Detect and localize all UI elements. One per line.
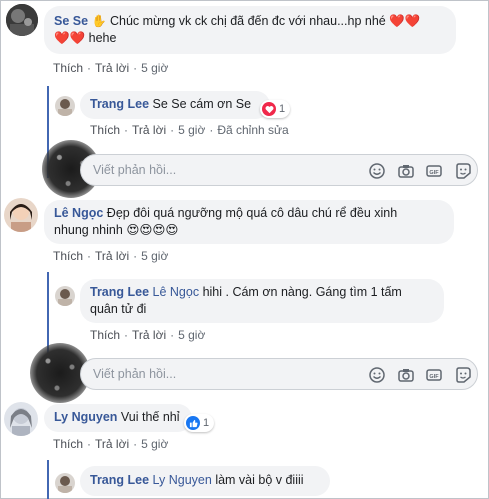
comment-text: Đẹp đôi quá ngưỡng mộ quá cô dâu chú rể … [106,206,398,220]
camera-icon[interactable] [397,366,415,384]
emoji-icon[interactable] [368,162,386,180]
comment-text: Vui thế nhỉ [120,410,180,424]
reply-link[interactable]: Trả lời [95,249,129,263]
svg-text:GIF: GIF [429,170,439,176]
reply-actions: Thích · Trả lời · 5 giờ · Đã chỉnh sửa [90,123,289,137]
avatar-image [4,402,38,436]
reply-actions: Thích · Trả lời · 5 giờ [90,328,206,342]
avatar-ly-nguyen[interactable] [4,402,38,436]
comment-bubble-le-ngoc: Lê Ngọc Đẹp đôi quá ngưỡng mộ quá cô dâu… [44,200,454,244]
comment-time[interactable]: 5 giờ [141,61,168,75]
camera-icon[interactable] [397,162,415,180]
reply-link[interactable]: Trả lời [132,123,166,137]
reaction-badge[interactable]: 1 [260,100,291,118]
like-link[interactable]: Thích [53,61,83,75]
reply-author[interactable]: Trang Lee [90,473,149,487]
comment-author[interactable]: Lê Ngọc [54,206,103,220]
avatar-trang-lee[interactable] [55,473,75,493]
reply-bubble-trang-lee: Trang Lee Se Se cám ơn Se [80,91,270,119]
reply-bubble-trang-lee: Trang Lee Lê Ngọc hihi . Cám ơn nàng. Gá… [80,279,444,323]
reaction-badge[interactable]: 1 [184,414,215,432]
avatar-trang-lee[interactable] [55,286,75,306]
reply-time[interactable]: 5 giờ [178,123,205,137]
sticker-icon[interactable] [454,366,472,384]
comment-author[interactable]: Se Se [54,14,88,28]
comment-text-continued: hehe [88,31,117,45]
like-link[interactable]: Thích [53,249,83,263]
reply-author[interactable]: Trang Lee [90,285,149,299]
avatar-image [6,4,38,36]
emoji-icon[interactable] [368,366,386,384]
reply-author[interactable]: Trang Lee [90,97,149,111]
avatar-image [55,473,75,493]
reply-bubble-trang-lee: Trang Lee Ly Nguyen làm vài bộ v điiii [80,466,330,496]
reply-text-continued: quân tử đi [90,302,147,316]
reply-composer: GIF [80,154,478,186]
reply-link[interactable]: Trả lời [132,328,166,342]
avatar-se-se[interactable] [6,4,38,36]
avatar-image [55,96,75,116]
comment-text-continued: nhung nhinh [54,223,123,237]
reply-link[interactable]: Trả lời [95,61,129,75]
comment-actions: Thích · Trả lời · 5 giờ [53,437,169,451]
like-link[interactable]: Thích [53,437,83,451]
comment-text: Chúc mừng vk ck chị đã đến đc với nhau..… [109,14,386,28]
mention-tag[interactable]: Lê Ngọc [153,285,200,299]
reply-composer: GIF [80,358,478,390]
avatar-image [4,198,38,232]
like-link[interactable]: Thích [90,123,120,137]
sticker-icon[interactable] [454,162,472,180]
reply-text: làm vài bộ v điiii [215,473,304,487]
comment-actions: Thích · Trả lời · 5 giờ [53,61,169,75]
reply-text: Se Se cám ơn Se [152,97,252,111]
avatar-trang-lee[interactable] [55,96,75,116]
comment-actions: Thích · Trả lời · 5 giờ [53,249,169,263]
gif-icon[interactable]: GIF [425,162,443,180]
mention-tag[interactable]: Ly Nguyen [153,473,212,487]
heart-emoji-icon: ❤️❤️ [54,31,86,45]
comment-time[interactable]: 5 giờ [141,437,168,451]
reaction-count: 1 [279,103,286,115]
heart-emoji-icon: ❤️❤️ [389,14,421,28]
reply-thread-line [47,460,49,499]
like-link[interactable]: Thích [90,328,120,342]
comment-bubble-ly-nguyen: Ly Nguyen Vui thế nhỉ [44,404,192,432]
edited-label[interactable]: Đã chỉnh sửa [217,123,288,137]
comment-bubble-se-se: Se Se ✋ Chúc mừng vk ck chị đã đến đc vớ… [44,6,456,54]
like-icon [186,416,200,430]
reply-link[interactable]: Trả lời [95,437,129,451]
svg-text:GIF: GIF [429,374,439,380]
avatar-le-ngoc[interactable] [4,198,38,232]
gif-icon[interactable]: GIF [425,366,443,384]
reply-input[interactable] [91,366,315,382]
hand-emoji-icon: ✋ [91,14,107,28]
reply-time[interactable]: 5 giờ [178,328,205,342]
heart-eyes-emoji-icon: 😍😍😍😍 [126,223,179,237]
avatar-image [55,286,75,306]
reply-input[interactable] [91,162,315,178]
heart-icon [262,102,276,116]
comment-author[interactable]: Ly Nguyen [54,410,117,424]
reaction-count: 1 [203,417,210,429]
comment-time[interactable]: 5 giờ [141,249,168,263]
reply-text: hihi . Cám ơn nàng. Gáng tìm 1 tấm [202,285,402,299]
